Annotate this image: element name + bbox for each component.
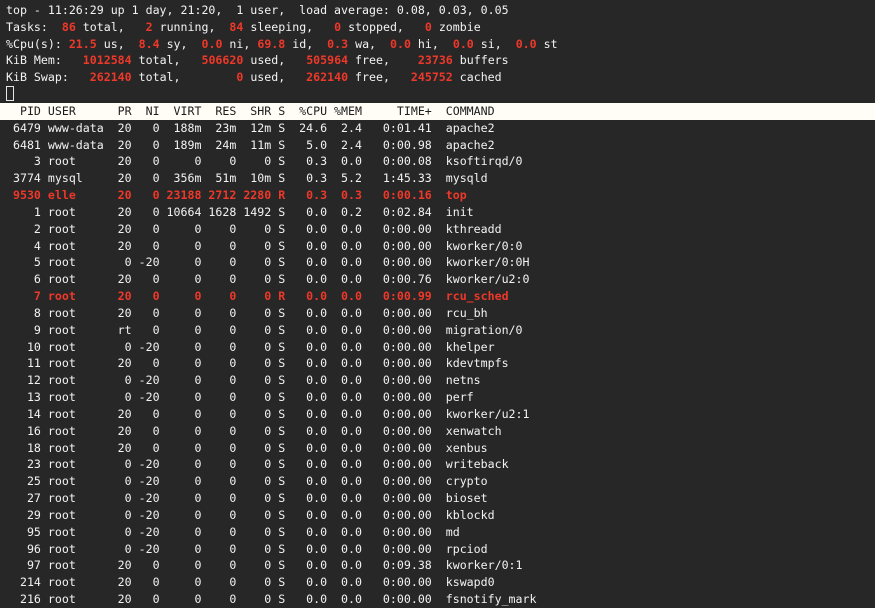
stat-label: stopped, <box>341 20 425 34</box>
stat-label: %Cpu(s): <box>6 37 69 51</box>
stat-value: 262140 <box>306 70 348 84</box>
stat-label: wa, <box>348 37 390 51</box>
stat-value: 0.0 <box>453 37 474 51</box>
process-row: 3 root 20 0 0 0 0 S 0.3 0.0 0:00.08 ksof… <box>0 153 875 170</box>
process-row: 96 root 0 -20 0 0 0 S 0.0 0.0 0:00.00 rp… <box>0 541 875 558</box>
stat-value: 0.0 <box>516 37 537 51</box>
process-row: 7 root 20 0 0 0 0 R 0.0 0.0 0:00.99 rcu_… <box>0 288 875 305</box>
stat-label: sleeping, <box>243 20 334 34</box>
process-row: 16 root 20 0 0 0 0 S 0.0 0.0 0:00.00 xen… <box>0 423 875 440</box>
stat-value: 69.8 <box>257 37 285 51</box>
stat-value: 0.0 <box>201 37 222 51</box>
process-row: 6 root 20 0 0 0 0 S 0.0 0.0 0:00.76 kwor… <box>0 271 875 288</box>
terminal-window[interactable]: top - 11:26:29 up 1 day, 21:20, 1 user, … <box>0 0 875 608</box>
process-row: 5 root 0 -20 0 0 0 S 0.0 0.0 0:00.00 kwo… <box>0 254 875 271</box>
stat-label: KiB Swap: <box>6 70 90 84</box>
stat-label: KiB Mem: <box>6 53 83 67</box>
process-row: 216 root 20 0 0 0 0 S 0.0 0.0 0:00.00 fs… <box>0 591 875 608</box>
process-row: 2 root 20 0 0 0 0 S 0.0 0.0 0:00.00 kthr… <box>0 221 875 238</box>
process-row: 1 root 20 0 10664 1628 1492 S 0.0 0.2 0:… <box>0 204 875 221</box>
stat-label: total, <box>76 20 146 34</box>
process-row: 10 root 0 -20 0 0 0 S 0.0 0.0 0:00.00 kh… <box>0 339 875 356</box>
stat-value: 0.3 <box>327 37 348 51</box>
stat-label: hi, <box>411 37 453 51</box>
stat-label: us, <box>97 37 139 51</box>
stat-label: top - 11:26:29 up 1 day, 21:20, 1 user, … <box>6 3 509 17</box>
process-row: 18 root 20 0 0 0 0 S 0.0 0.0 0:00.00 xen… <box>0 440 875 457</box>
stat-label: Tasks: <box>6 20 62 34</box>
process-row: 12 root 0 -20 0 0 0 S 0.0 0.0 0:00.00 ne… <box>0 372 875 389</box>
process-row: 14 root 20 0 0 0 0 S 0.0 0.0 0:00.00 kwo… <box>0 406 875 423</box>
stat-label: cached <box>453 70 502 84</box>
process-row: 8 root 20 0 0 0 0 S 0.0 0.0 0:00.00 rcu_… <box>0 305 875 322</box>
process-row: 95 root 0 -20 0 0 0 S 0.0 0.0 0:00.00 md <box>0 524 875 541</box>
stat-label: zombie <box>432 20 481 34</box>
stat-label: id, <box>285 37 327 51</box>
stat-value: 21.5 <box>69 37 97 51</box>
process-table: 6479 www-data 20 0 188m 23m 12m S 24.6 2… <box>0 120 875 608</box>
process-row: 27 root 0 -20 0 0 0 S 0.0 0.0 0:00.00 bi… <box>0 490 875 507</box>
process-row: 4 root 20 0 0 0 0 S 0.0 0.0 0:00.00 kwor… <box>0 238 875 255</box>
process-row: 25 root 0 -20 0 0 0 S 0.0 0.0 0:00.00 cr… <box>0 473 875 490</box>
stat-label: si, <box>474 37 516 51</box>
stat-value: 1012584 <box>83 53 132 67</box>
stat-value: 506620 <box>201 53 243 67</box>
summary-line-tasks: Tasks: 86 total, 2 running, 84 sleeping,… <box>0 19 875 36</box>
process-row: 3774 mysql 20 0 356m 51m 10m S 0.3 5.2 1… <box>0 170 875 187</box>
stat-label: ni, <box>222 37 257 51</box>
terminal-cursor <box>6 86 14 101</box>
summary-line-cpu: %Cpu(s): 21.5 us, 8.4 sy, 0.0 ni, 69.8 i… <box>0 36 875 53</box>
process-row: 23 root 0 -20 0 0 0 S 0.0 0.0 0:00.00 wr… <box>0 456 875 473</box>
process-row: 6481 www-data 20 0 189m 24m 11m S 5.0 2.… <box>0 137 875 154</box>
stat-label: sy, <box>160 37 202 51</box>
stat-label: buffers <box>453 53 509 67</box>
stat-value: 0.0 <box>390 37 411 51</box>
process-table-header: PID USER PR NI VIRT RES SHR S %CPU %MEM … <box>0 103 875 120</box>
stat-value: 0 <box>425 20 432 34</box>
process-row: 29 root 0 -20 0 0 0 S 0.0 0.0 0:00.00 kb… <box>0 507 875 524</box>
stat-label: total, <box>132 53 202 67</box>
process-row: 9 root rt 0 0 0 0 S 0.0 0.0 0:00.00 migr… <box>0 322 875 339</box>
top-summary: top - 11:26:29 up 1 day, 21:20, 1 user, … <box>0 2 875 86</box>
process-row: 214 root 20 0 0 0 0 S 0.0 0.0 0:00.00 ks… <box>0 574 875 591</box>
stat-value: 84 <box>229 20 243 34</box>
stat-value: 262140 <box>90 70 132 84</box>
process-row: 13 root 0 -20 0 0 0 S 0.0 0.0 0:00.00 pe… <box>0 389 875 406</box>
stat-label: free, <box>348 53 418 67</box>
stat-label: used, <box>243 53 306 67</box>
summary-line-swap: KiB Swap: 262140 total, 0 used, 262140 f… <box>0 69 875 86</box>
stat-value: 505964 <box>306 53 348 67</box>
stat-value: 2 <box>146 20 153 34</box>
cursor-line <box>0 86 875 103</box>
stat-label: used, <box>243 70 306 84</box>
stat-label: running, <box>153 20 230 34</box>
process-row: 9530 elle 20 0 23188 2712 2280 R 0.3 0.3… <box>0 187 875 204</box>
stat-value: 245752 <box>411 70 453 84</box>
stat-label: free, <box>348 70 411 84</box>
stat-value: 86 <box>62 20 76 34</box>
summary-line-uptime: top - 11:26:29 up 1 day, 21:20, 1 user, … <box>0 2 875 19</box>
stat-label: st <box>537 37 558 51</box>
process-row: 97 root 20 0 0 0 0 S 0.0 0.0 0:09.38 kwo… <box>0 557 875 574</box>
process-row: 11 root 20 0 0 0 0 S 0.0 0.0 0:00.00 kde… <box>0 355 875 372</box>
stat-value: 8.4 <box>139 37 160 51</box>
summary-line-mem: KiB Mem: 1012584 total, 506620 used, 505… <box>0 52 875 69</box>
process-row: 6479 www-data 20 0 188m 23m 12m S 24.6 2… <box>0 120 875 137</box>
stat-value: 23736 <box>418 53 453 67</box>
stat-label: total, <box>132 70 237 84</box>
